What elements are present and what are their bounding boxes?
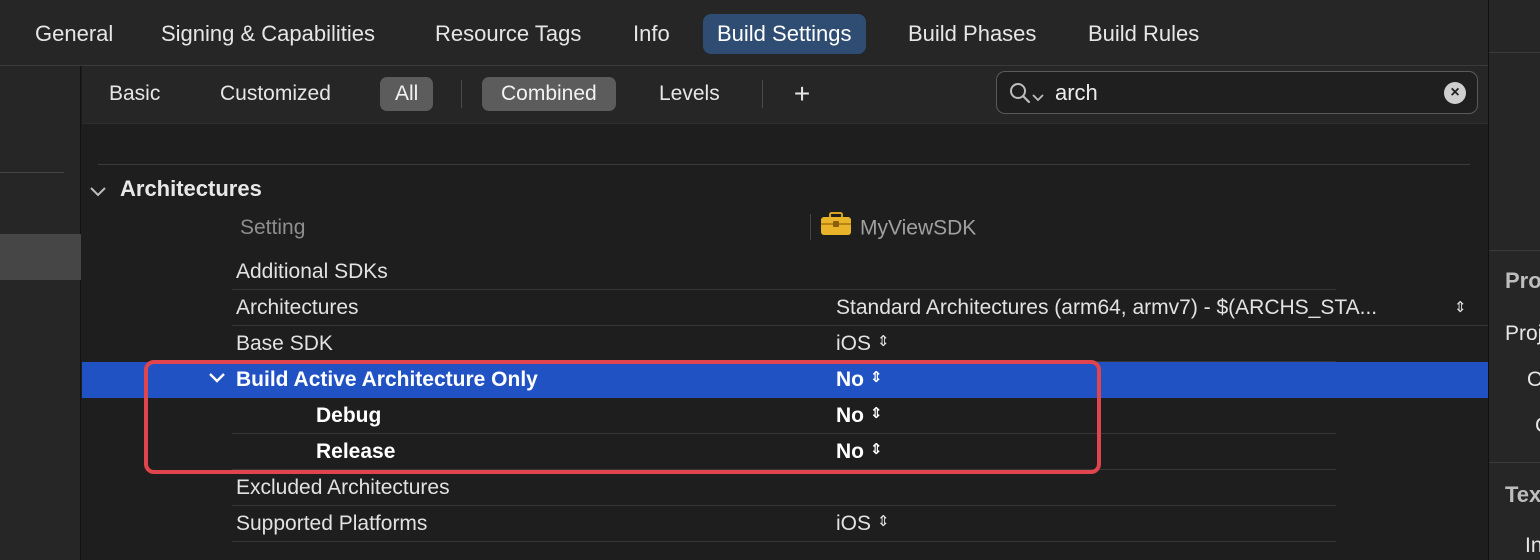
section-header-architectures[interactable]: Architectures xyxy=(90,174,262,204)
sidebar-selected-target[interactable] xyxy=(0,234,81,280)
setting-name: Architectures xyxy=(236,296,359,319)
popup-stepper-icon[interactable]: ⇕ xyxy=(1454,290,1467,326)
setting-value[interactable]: No ⇕ xyxy=(836,398,883,434)
configuration-name: Debug xyxy=(316,404,382,427)
inspector-label: C xyxy=(1535,414,1540,438)
clear-search-icon[interactable]: × xyxy=(1444,82,1466,104)
view-levels-button[interactable]: Levels xyxy=(640,77,739,111)
sidebar-divider xyxy=(0,172,64,173)
setting-name: Base SDK xyxy=(236,332,333,355)
value-text: iOS xyxy=(836,512,872,535)
inspector-label: Proj xyxy=(1505,322,1540,345)
disclosure-chevron-icon[interactable] xyxy=(90,175,110,205)
row-divider xyxy=(232,541,1336,542)
setting-row-selected[interactable]: Build Active Architecture Only No ⇕ xyxy=(82,362,1488,398)
setting-value[interactable]: Standard Architectures (arm64, armv7) - … xyxy=(836,290,1377,326)
disclosure-chevron-icon[interactable] xyxy=(208,371,226,389)
setting-row[interactable]: Excluded Architectures xyxy=(82,470,1488,506)
setting-name: Supported Platforms xyxy=(236,512,428,535)
value-text: No xyxy=(836,404,864,427)
setting-row-configuration[interactable]: Debug No ⇕ xyxy=(82,398,1488,434)
inspector-divider xyxy=(1489,462,1540,463)
filter-separator xyxy=(461,80,462,108)
inspector-heading: Tex xyxy=(1505,482,1540,507)
setting-row[interactable]: Additional SDKs xyxy=(82,254,1488,290)
setting-row[interactable]: Architectures Standard Architectures (ar… xyxy=(82,290,1488,326)
column-divider xyxy=(810,214,811,240)
setting-value[interactable]: No ⇕ xyxy=(836,362,883,398)
popup-stepper-icon[interactable]: ⇕ xyxy=(870,396,883,432)
inspector-heading: Pro xyxy=(1505,268,1540,293)
inspector-panel: Pro Proj O C Tex In xyxy=(1488,0,1540,560)
editor-tab-bar: General Signing & Capabilities Resource … xyxy=(0,0,1488,66)
filter-separator xyxy=(762,80,763,108)
column-header-setting: Setting xyxy=(240,216,306,239)
setting-value[interactable]: No ⇕ xyxy=(836,434,883,470)
setting-name: Additional SDKs xyxy=(236,260,388,283)
section-title: Architectures xyxy=(120,176,262,201)
view-combined-button[interactable]: Combined xyxy=(482,77,616,111)
build-settings-filter-bar: Basic Customized All Combined Levels + × xyxy=(82,66,1488,124)
tab-build-rules[interactable]: Build Rules xyxy=(1074,14,1213,54)
setting-row[interactable]: Base SDK iOS ⇕ xyxy=(82,326,1488,362)
inspector-label: In xyxy=(1525,534,1540,557)
tab-build-settings[interactable]: Build Settings xyxy=(703,14,866,54)
filter-customized-button[interactable]: Customized xyxy=(201,77,350,111)
filter-all-button[interactable]: All xyxy=(380,77,434,111)
search-field[interactable]: × xyxy=(996,71,1478,114)
value-text: iOS xyxy=(836,332,872,355)
setting-name: Build Active Architecture Only xyxy=(236,368,538,391)
toolbox-icon xyxy=(820,212,852,246)
inspector-divider xyxy=(1489,250,1540,251)
tab-general[interactable]: General xyxy=(21,14,127,54)
tab-info[interactable]: Info xyxy=(619,14,684,54)
popup-stepper-icon[interactable]: ⇕ xyxy=(870,432,883,468)
popup-stepper-icon[interactable]: ⇕ xyxy=(877,324,890,360)
search-icon xyxy=(1009,82,1031,109)
configuration-name: Release xyxy=(316,440,396,463)
build-settings-table: Architectures Setting MyViewSDK Addition… xyxy=(82,124,1488,560)
setting-name: Excluded Architectures xyxy=(236,476,450,499)
tab-resource-tags[interactable]: Resource Tags xyxy=(421,14,595,54)
value-text: No xyxy=(836,368,864,391)
setting-value[interactable]: iOS ⇕ xyxy=(836,326,890,362)
search-options-chevron-icon[interactable] xyxy=(1032,89,1044,107)
add-setting-button[interactable]: + xyxy=(787,77,817,111)
section-divider xyxy=(98,164,1470,165)
tab-build-phases[interactable]: Build Phases xyxy=(894,14,1050,54)
popup-stepper-icon[interactable]: ⇕ xyxy=(877,504,890,540)
search-input[interactable] xyxy=(1055,76,1435,109)
target-name: MyViewSDK xyxy=(860,216,977,240)
setting-row[interactable]: Supported Platforms iOS ⇕ xyxy=(82,506,1488,542)
inspector-divider xyxy=(1489,52,1540,53)
column-header-target: MyViewSDK xyxy=(820,212,976,244)
filter-basic-button[interactable]: Basic xyxy=(90,77,179,111)
targets-sidebar xyxy=(0,66,81,560)
inspector-label: O xyxy=(1527,368,1540,392)
popup-stepper-icon[interactable]: ⇕ xyxy=(870,360,883,396)
setting-value[interactable]: iOS ⇕ xyxy=(836,506,890,542)
setting-row-configuration[interactable]: Release No ⇕ xyxy=(82,434,1488,470)
tab-signing-capabilities[interactable]: Signing & Capabilities xyxy=(147,14,389,54)
value-text: No xyxy=(836,440,864,463)
